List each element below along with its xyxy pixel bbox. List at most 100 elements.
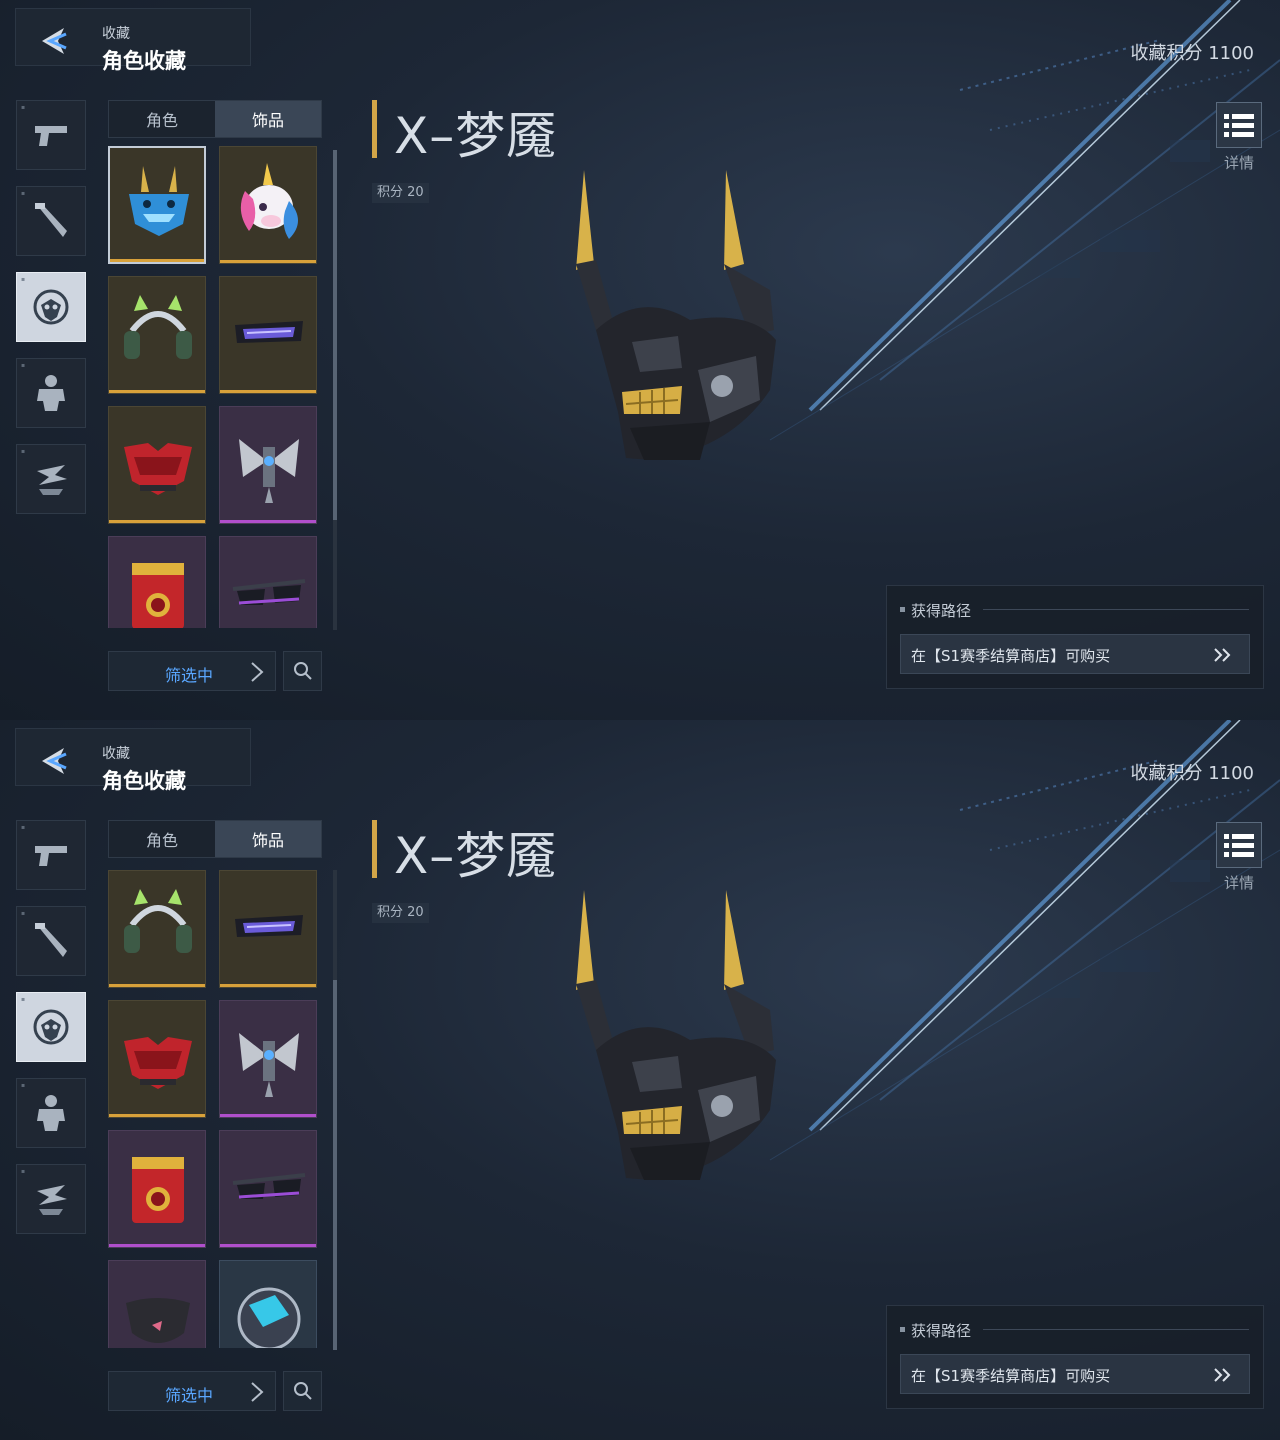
- item-unicorn-head[interactable]: [219, 146, 317, 264]
- acquisition-source-button[interactable]: 在【S1赛季结算商店】可购买: [900, 634, 1250, 674]
- acquisition-title: 获得路径: [911, 602, 972, 620]
- accessory-mask-icon: [33, 1009, 69, 1045]
- tab-accessory[interactable]: 饰品: [215, 101, 321, 137]
- filter-button[interactable]: 筛选中: [108, 1371, 276, 1411]
- title-accent-bar: [372, 100, 380, 158]
- melee-weapon-icon: [35, 923, 67, 957]
- category-accessory[interactable]: ▪: [16, 992, 86, 1062]
- tab-accessory[interactable]: 饰品: [215, 821, 321, 857]
- visor-glasses-icon: [235, 915, 303, 937]
- scrollbar-thumb[interactable]: [333, 980, 337, 1350]
- item-sunglasses[interactable]: [219, 1130, 317, 1248]
- category-pistol[interactable]: ▪: [16, 820, 86, 890]
- screen-panel-bottom: 收藏 角色收藏 收藏积分 1100 ▪ ▪ ▪ ▪ ▪ 角色 饰品 筛选中 X–…: [0, 720, 1280, 1440]
- emote-icon: [37, 465, 67, 495]
- item-cyber-orb[interactable]: [219, 1260, 317, 1348]
- header-panel: 收藏 角色收藏: [15, 8, 251, 73]
- tab-character[interactable]: 角色: [109, 101, 215, 137]
- category-emote[interactable]: ▪: [16, 444, 86, 514]
- category-accessory[interactable]: ▪: [16, 272, 86, 342]
- rarity-bar: [220, 520, 316, 523]
- item-red-oni-mask[interactable]: [108, 1000, 206, 1118]
- collection-tabs: 角色 饰品: [108, 100, 322, 138]
- details-button[interactable]: [1216, 102, 1262, 148]
- item-sunglasses[interactable]: [219, 536, 317, 628]
- back-arrow-icon[interactable]: [36, 24, 70, 58]
- chevron-right-icon: [251, 662, 264, 682]
- tab-character[interactable]: 角色: [109, 821, 215, 857]
- item-name: X–梦魇: [394, 827, 558, 885]
- pistol-icon: [35, 126, 67, 146]
- list-icon: [1224, 834, 1254, 857]
- search-icon: [293, 1382, 312, 1400]
- item-blue-oni-mask[interactable]: [108, 146, 206, 264]
- category-melee[interactable]: ▪: [16, 186, 86, 256]
- item-visor-glasses[interactable]: [219, 276, 317, 394]
- category-tag: ▪: [21, 1168, 26, 1175]
- oni-mask-preview-image: [576, 170, 776, 460]
- rarity-bar: [109, 390, 205, 393]
- search-button[interactable]: [283, 1371, 322, 1411]
- scrollbar-thumb[interactable]: [333, 150, 337, 520]
- cat-ear-headphones-icon: [124, 889, 192, 953]
- category-tag: ▪: [21, 824, 26, 831]
- cat-ear-headphones-icon: [124, 295, 192, 359]
- mech-wings-icon: [239, 1033, 299, 1097]
- filter-button[interactable]: 筛选中: [108, 651, 276, 691]
- item-name: X–梦魇: [394, 107, 558, 165]
- category-emote[interactable]: ▪: [16, 1164, 86, 1234]
- rarity-bar: [109, 984, 205, 987]
- title-accent-bar: [372, 820, 380, 878]
- sunglasses-icon: [232, 579, 306, 605]
- item-grid-viewport[interactable]: [108, 866, 322, 1348]
- visor-glasses-icon: [235, 321, 303, 343]
- item-red-backpack[interactable]: [108, 1130, 206, 1248]
- category-melee[interactable]: ▪: [16, 906, 86, 976]
- breadcrumb: 收藏: [102, 746, 130, 762]
- item-red-backpack[interactable]: [108, 536, 206, 628]
- collection-tabs: 角色 饰品: [108, 820, 322, 858]
- item-mech-wings[interactable]: [219, 1000, 317, 1118]
- rarity-bar: [109, 1244, 205, 1247]
- item-cat-ear-headphones[interactable]: [108, 870, 206, 988]
- acquisition-source-button[interactable]: 在【S1赛季结算商店】可购买: [900, 1354, 1250, 1394]
- mech-wings-icon: [239, 439, 299, 503]
- accessory-mask-icon: [33, 289, 69, 325]
- sunglasses-icon: [232, 1173, 306, 1199]
- item-points-badge: 积分 20: [372, 903, 429, 923]
- details-button[interactable]: [1216, 822, 1262, 868]
- item-grid-scrollbar[interactable]: [333, 150, 337, 630]
- category-character[interactable]: ▪: [16, 1078, 86, 1148]
- chevron-right-icon: [251, 1382, 264, 1402]
- pistol-icon: [35, 846, 67, 866]
- rarity-bar: [220, 390, 316, 393]
- category-tag: ▪: [21, 276, 26, 283]
- rarity-bar: [220, 260, 316, 263]
- category-pistol[interactable]: ▪: [16, 100, 86, 170]
- item-grid-viewport[interactable]: [108, 146, 322, 628]
- header-panel: 收藏 角色收藏: [15, 728, 251, 793]
- item-grid-scrollbar[interactable]: [333, 870, 337, 1350]
- item-red-oni-mask[interactable]: [108, 406, 206, 524]
- bullet-icon: [900, 1327, 905, 1332]
- search-button[interactable]: [283, 651, 322, 691]
- character-body-icon: [37, 1095, 65, 1131]
- rarity-bar: [109, 520, 205, 523]
- item-cat-ear-headphones[interactable]: [108, 276, 206, 394]
- rarity-bar: [109, 1114, 205, 1117]
- item-black-face-mask[interactable]: [108, 1260, 206, 1348]
- page-title: 角色收藏: [102, 769, 186, 793]
- back-arrow-icon[interactable]: [36, 744, 70, 778]
- category-character[interactable]: ▪: [16, 358, 86, 428]
- item-visor-glasses[interactable]: [219, 870, 317, 988]
- blue-oni-mask-icon: [129, 166, 189, 236]
- filter-label: 筛选中: [165, 666, 214, 685]
- collection-points-total: 收藏积分 1100: [1130, 763, 1254, 784]
- item-mech-wings[interactable]: [219, 406, 317, 524]
- list-icon: [1224, 114, 1254, 137]
- cyber-orb-icon: [237, 1287, 301, 1348]
- unicorn-head-icon: [240, 163, 298, 239]
- oni-mask-preview-image: [576, 890, 776, 1180]
- double-chevron-right-icon: [1214, 1368, 1231, 1382]
- collection-points-total: 收藏积分 1100: [1130, 43, 1254, 64]
